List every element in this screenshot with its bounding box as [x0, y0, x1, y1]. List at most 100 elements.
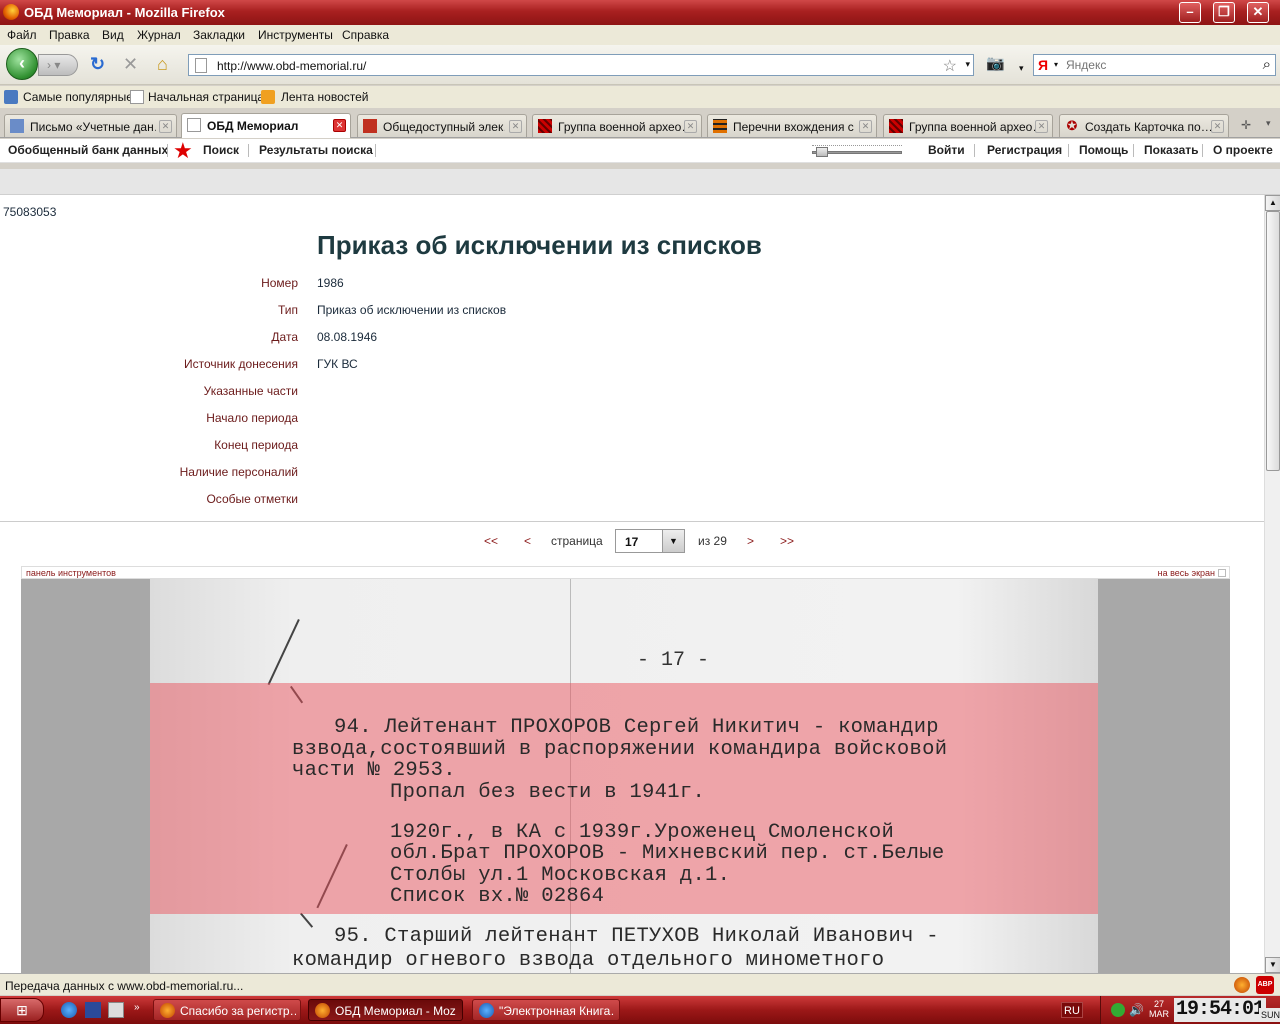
- last-page-link[interactable]: >>: [780, 534, 794, 548]
- volume-tray-icon[interactable]: 🔊: [1129, 1003, 1144, 1017]
- tray-day-of-week: SUN: [1259, 1008, 1280, 1022]
- firefox-addon-icon[interactable]: [1234, 977, 1250, 993]
- tab-create-card[interactable]: ✪ Создать Карточка по… ✕: [1059, 114, 1229, 137]
- forward-button[interactable]: › ▾: [38, 54, 78, 76]
- close-tab-icon[interactable]: ✕: [159, 120, 172, 133]
- start-button[interactable]: ⊞: [0, 998, 44, 1022]
- url-bar[interactable]: http://www.obd-memorial.ru/ ☆ ▾: [188, 54, 974, 76]
- bookmark-start-page[interactable]: Начальная страница: [148, 90, 264, 104]
- disk-quicklaunch-icon[interactable]: [108, 1002, 124, 1018]
- menu-view[interactable]: Вид: [102, 28, 124, 42]
- new-tab-icon[interactable]: ✛: [1241, 118, 1251, 132]
- tab-list-icon[interactable]: ▾: [1266, 118, 1271, 129]
- tab-label: Письмо «Учетные дан…: [30, 120, 156, 134]
- url-dropdown-icon[interactable]: ▾: [965, 59, 970, 70]
- tab-mail[interactable]: Письмо «Учетные дан… ✕: [4, 114, 177, 137]
- scroll-up-icon[interactable]: ▲: [1265, 195, 1280, 211]
- page-count: из 29: [698, 534, 727, 548]
- bookmark-news-feed[interactable]: Лента новостей: [281, 90, 369, 104]
- task-label: "Электронная Книга…: [499, 1004, 615, 1018]
- nav-login[interactable]: Войти: [928, 143, 965, 157]
- yandex-icon[interactable]: Я: [1038, 57, 1048, 73]
- nav-about[interactable]: О проекте: [1213, 143, 1273, 157]
- nav-general-db[interactable]: Обобщенный банк данных: [8, 143, 168, 157]
- menu-history[interactable]: Журнал: [137, 28, 181, 42]
- ie-quicklaunch-icon[interactable]: [61, 1002, 77, 1018]
- tab-military-archaeology-2[interactable]: Группа военной архео… ✕: [883, 114, 1053, 137]
- tab-entry-lists[interactable]: Перечни вхождения с… ✕: [707, 114, 877, 137]
- zoom-slider[interactable]: [812, 143, 902, 159]
- tray-date-day: 27: [1153, 999, 1164, 1009]
- nav-register[interactable]: Регистрация: [987, 143, 1062, 157]
- menu-tools[interactable]: Инструменты: [258, 28, 333, 42]
- scan-text-line: Список вх.№ 02864: [390, 885, 605, 908]
- toolbar-panel-link[interactable]: панель инструментов: [26, 568, 116, 578]
- tray-date: 27 MAR: [1149, 999, 1169, 1019]
- tab-obd-memorial[interactable]: ОБД Мемориал ✕: [181, 113, 351, 138]
- menu-bookmarks[interactable]: Закладки: [193, 28, 245, 42]
- task-label: Спасибо за регистр…: [180, 1004, 296, 1018]
- close-tab-icon[interactable]: ✕: [1211, 120, 1224, 133]
- close-tab-icon[interactable]: ✕: [684, 120, 697, 133]
- prev-page-link[interactable]: <: [524, 534, 531, 548]
- page-icon: [195, 58, 207, 73]
- tab-label: Перечни вхождения с…: [733, 120, 855, 134]
- close-button[interactable]: ✕: [1247, 2, 1269, 23]
- search-engine-dropdown-icon[interactable]: ▾: [1054, 60, 1058, 69]
- scroll-thumb[interactable]: [1266, 211, 1280, 471]
- taskbar-item-ebook[interactable]: "Электронная Книга…: [472, 999, 620, 1021]
- document-image-viewer[interactable]: панель инструментов на весь экран - 17 -…: [21, 566, 1230, 973]
- ie-icon: [479, 1003, 494, 1018]
- slider-thumb[interactable]: [816, 147, 828, 157]
- adblock-icon[interactable]: ABP: [1256, 976, 1274, 994]
- nav-search-results[interactable]: Результаты поиска: [259, 143, 373, 157]
- back-button[interactable]: ‹: [6, 48, 38, 80]
- camera-dropdown-icon[interactable]: ▾: [1019, 59, 1024, 77]
- vertical-scrollbar[interactable]: ▲ ▼: [1264, 195, 1280, 973]
- menu-edit[interactable]: Правка: [49, 28, 90, 42]
- network-tray-icon[interactable]: [1111, 1003, 1125, 1017]
- taskbar-item-obd[interactable]: ОБД Мемориал - Moz…: [308, 999, 463, 1021]
- more-quicklaunch-icon[interactable]: »: [134, 1002, 150, 1018]
- app-quicklaunch-icon[interactable]: [85, 1002, 101, 1018]
- nav-help[interactable]: Помощь: [1079, 143, 1128, 157]
- menu-file[interactable]: Файл: [7, 28, 37, 42]
- scan-text-line: Пропал без вести в 1941г.: [390, 781, 706, 804]
- scan-text-line: части № 2953.: [292, 759, 456, 782]
- stop-icon[interactable]: ✕: [123, 55, 138, 73]
- tab-strip: Письмо «Учетные дан… ✕ ОБД Мемориал ✕ Об…: [0, 112, 1280, 138]
- close-tab-icon[interactable]: ✕: [509, 120, 522, 133]
- fullscreen-icon[interactable]: [1218, 569, 1226, 577]
- group-icon: [538, 119, 552, 133]
- page-title: Приказ об исключении из списков: [317, 230, 762, 260]
- minimize-button[interactable]: –: [1179, 2, 1201, 23]
- nav-search[interactable]: Поиск: [203, 143, 239, 157]
- restore-button[interactable]: ❐: [1213, 2, 1235, 23]
- close-tab-icon[interactable]: ✕: [333, 119, 346, 132]
- scan-text-line: 94. Лейтенант ПРОХОРОВ Сергей Никитич - …: [334, 716, 939, 739]
- camera-icon[interactable]: 📷: [986, 55, 1005, 73]
- search-bar[interactable]: Я ▾ ⌕: [1033, 54, 1276, 76]
- bookmark-star-icon[interactable]: ☆: [943, 56, 957, 76]
- next-page-link[interactable]: >: [747, 534, 754, 548]
- language-indicator[interactable]: RU: [1061, 1002, 1083, 1018]
- close-tab-icon[interactable]: ✕: [1035, 120, 1048, 133]
- search-icon[interactable]: ⌕: [1263, 56, 1271, 73]
- scroll-down-icon[interactable]: ▼: [1265, 957, 1280, 973]
- tab-public-archive[interactable]: Общедоступный элек… ✕: [357, 114, 527, 137]
- first-page-link[interactable]: <<: [484, 534, 498, 548]
- reload-icon[interactable]: ↻: [90, 55, 105, 73]
- close-tab-icon[interactable]: ✕: [859, 120, 872, 133]
- bookmark-popular[interactable]: Самые популярные: [23, 90, 133, 104]
- menu-help[interactable]: Справка: [342, 28, 389, 42]
- nav-show[interactable]: Показать: [1144, 143, 1199, 157]
- home-icon[interactable]: ⌂: [157, 55, 168, 73]
- search-input[interactable]: [1066, 57, 1250, 73]
- page-select[interactable]: 17 ▼: [615, 529, 685, 553]
- tab-military-archaeology-1[interactable]: Группа военной архео… ✕: [532, 114, 702, 137]
- menu-bar: Файл Правка Вид Журнал Закладки Инструме…: [0, 25, 1280, 45]
- taskbar-item-registration[interactable]: Спасибо за регистр…: [153, 999, 301, 1021]
- fullscreen-link[interactable]: на весь экран: [1158, 568, 1215, 578]
- field-value-date: 08.08.1946: [317, 330, 378, 344]
- dropdown-arrow-icon[interactable]: ▼: [662, 530, 684, 552]
